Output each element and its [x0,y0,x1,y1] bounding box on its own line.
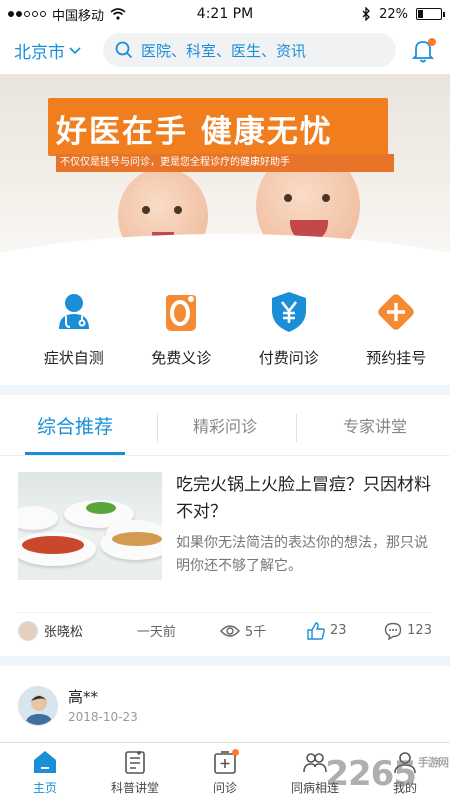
author-avatar [18,620,38,641]
nav-consult[interactable]: 问诊 [180,743,270,800]
article-description: 如果你无法简洁的表达你的想法，那只说明你还不够了解它。 [176,535,428,574]
views-stat: 5千 [219,621,307,640]
battery-percent: 22% [379,6,408,22]
feed-tabs: 综合推荐 精彩问诊 专家讲堂 [0,398,450,456]
home-icon [34,751,56,773]
plus-diamond-icon [378,294,414,330]
site-watermark: 2265 手游网 [325,754,449,794]
search-icon [115,41,133,59]
banner-subline: 不仅仅是挂号与问诊，更是您全程诊疗的健康好助手 [56,154,394,172]
chevron-down-icon [69,46,81,54]
tab-expert-lectures[interactable]: 专家讲堂 [300,398,450,455]
post-card[interactable]: 高** 2018-10-23 [18,684,432,734]
top-bar: 北京市 医院、科室、医生、资讯 [0,28,450,74]
article-title: 吃完火锅上火脸上冒痘？只因材料不对？ [176,475,431,522]
yuan-shield-icon [271,292,306,332]
comment-icon [384,622,402,640]
article-time: 一天前 [136,625,176,640]
nav-science-lectures[interactable]: 科普讲堂 [90,743,180,800]
nav-home[interactable]: 主页 [0,743,90,800]
city-selector[interactable]: 北京市 [14,38,81,63]
community-icon [303,753,327,773]
author-name: 张晓松 [43,625,83,640]
notification-badge [428,38,436,46]
quick-menu: 症状自测 免费义诊 付费问诊 预约挂号 [0,285,450,380]
like-button[interactable]: 23 [307,621,384,640]
consult-badge [232,749,239,756]
post-date: 2018-10-23 [68,710,138,724]
thumbs-up-icon [307,621,325,640]
section-divider [0,656,450,666]
eye-icon [219,624,240,637]
post-author: 高** [68,688,99,706]
notes-icon [125,751,145,774]
article-card[interactable]: 吃完火锅上火脸上冒痘？只因材料不对？ 如果你无法简洁的表达你的想法，那只说明你还… [18,470,432,590]
quick-free-clinic[interactable]: 免费义诊 [128,285,236,380]
promo-banner[interactable]: 好医在手 健康无忧 不仅仅是挂号与问诊，更是您全程诊疗的健康好助手 [0,74,450,274]
battery-icon [416,8,445,20]
banner-headline: 好医在手 健康无忧 [48,98,388,156]
article-thumbnail [18,472,162,580]
stethoscope-icon [58,294,89,329]
avatar [18,686,58,726]
comment-button[interactable]: 123 [384,622,432,640]
bluetooth-icon [362,7,371,21]
search-placeholder: 医院、科室、医生、资讯 [141,41,307,60]
quick-symptom-check[interactable]: 症状自测 [20,285,128,380]
city-label: 北京市 [14,43,65,63]
status-bar: 中国移动 4:21 PM 22% [0,0,450,28]
quick-appointment[interactable]: 预约挂号 [343,285,450,380]
section-divider [0,385,450,395]
article-meta: 张晓松 一天前 5千 23 123 [18,612,432,644]
search-input[interactable]: 医院、科室、医生、资讯 [103,33,396,67]
tab-recommended[interactable]: 综合推荐 [0,398,150,455]
tab-consultations[interactable]: 精彩问诊 [150,398,300,455]
quick-paid-consult[interactable]: 付费问诊 [235,285,343,380]
zero-badge-icon [166,295,197,331]
notification-button[interactable] [410,38,436,64]
